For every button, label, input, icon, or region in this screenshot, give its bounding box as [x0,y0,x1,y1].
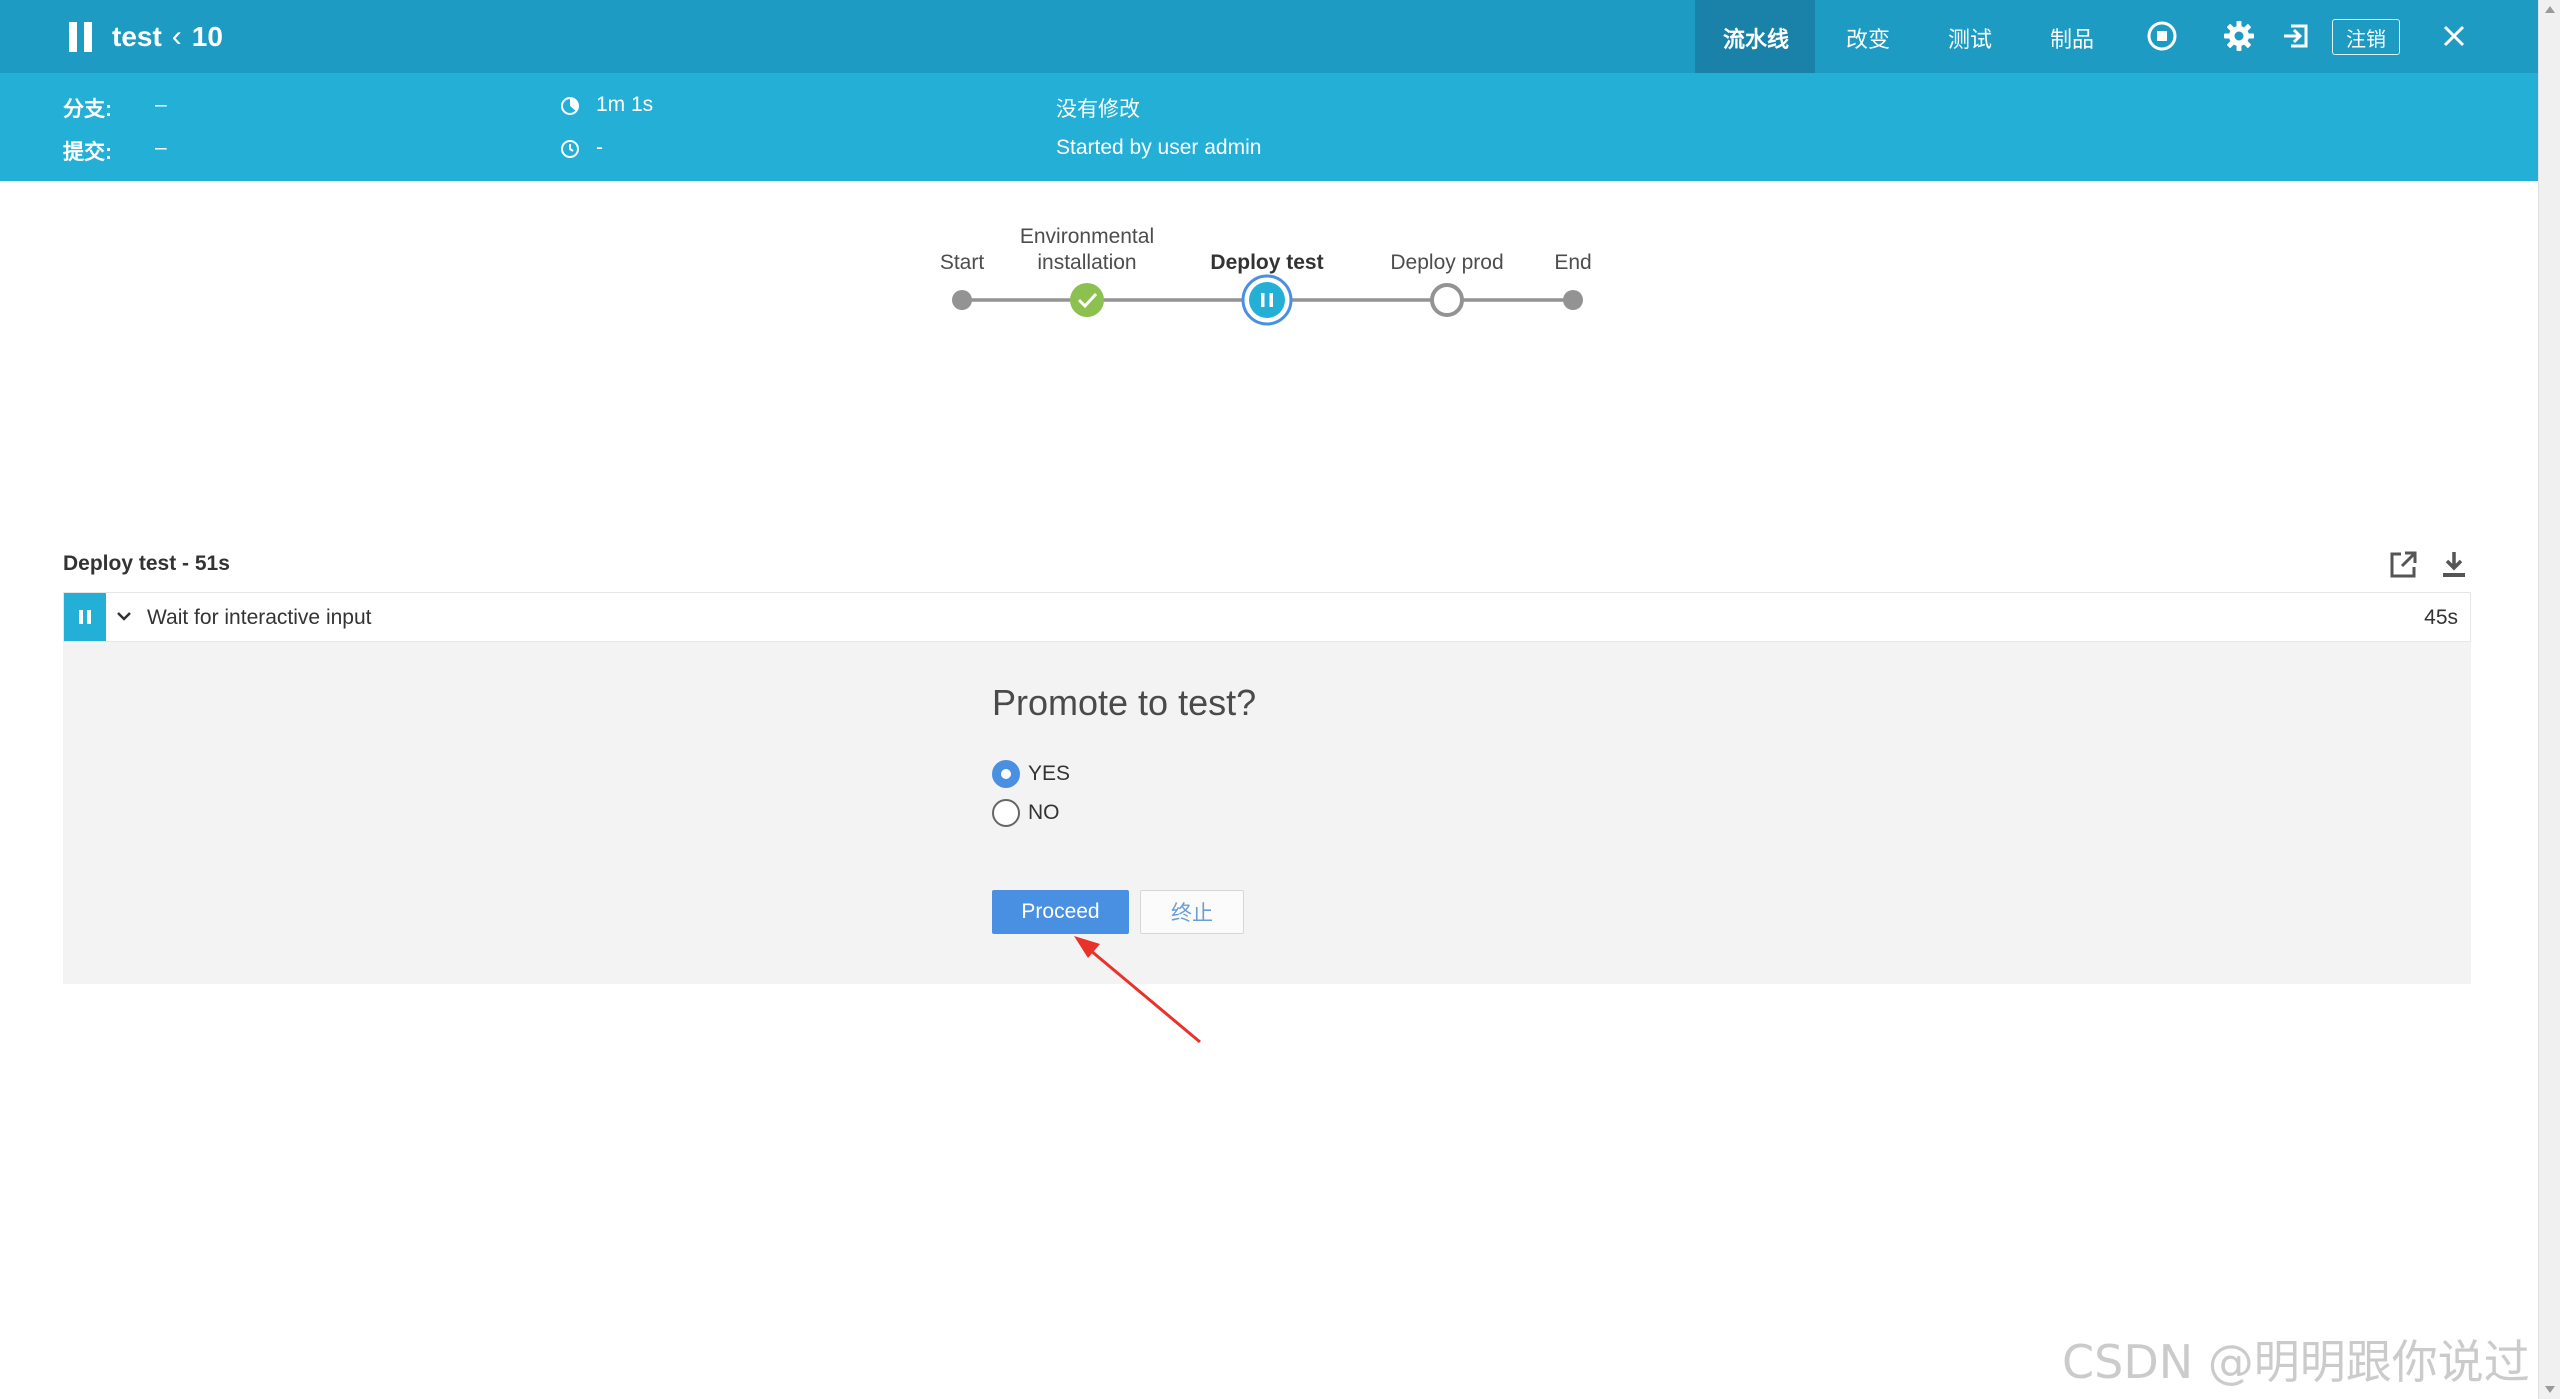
branch-label: 分支: [63,98,112,121]
run-number: 10 [191,21,223,52]
pipeline-track [952,274,1583,326]
tab-changes[interactable]: 改变 [1846,22,1890,54]
commit-value: – [155,136,167,159]
cause-text: Started by user admin [1056,136,1262,159]
pipeline-graph: Start Environmental installation Deploy … [0,200,2538,350]
branch-value: – [155,93,167,116]
log-title: Deploy test - 51s [63,552,230,575]
open-external-icon[interactable] [2386,548,2420,582]
tab-tests[interactable]: 测试 [1948,22,1992,54]
duration-icon [561,97,579,115]
scroll-up-icon[interactable] [2545,6,2555,13]
commit-label: 提交: [63,141,112,164]
stage-node-deploy-prod[interactable] [1430,283,1464,317]
tab-pipeline[interactable]: 流水线 [1723,22,1789,54]
logout-button[interactable]: 注销 [2332,19,2400,55]
chevron-down-icon[interactable] [114,606,134,626]
proceed-button[interactable]: Proceed [992,890,1129,934]
page: test ‹ 10 流水线 改变 测试 制品 注销 分支: – 提交: – 1m… [0,0,2560,1399]
step-duration: 45s [2424,606,2458,629]
step-name: Wait for interactive input [147,606,372,629]
radio-no[interactable] [992,799,1020,827]
download-icon[interactable] [2437,548,2471,582]
vertical-scrollbar[interactable] [2538,0,2560,1399]
gear-icon[interactable] [2221,18,2257,54]
radio-yes[interactable] [992,760,1020,788]
changes-text: 没有修改 [1056,98,1140,121]
close-icon[interactable] [2436,18,2472,54]
watermark: CSDN @明明跟你说过 [2062,1335,2530,1389]
run-summary-bar: 分支: – 提交: – 1m 1s - 没有修改 Started by user… [0,73,2538,181]
abort-button[interactable]: 终止 [1140,890,1244,934]
stop-icon[interactable] [2144,18,2180,54]
tab-artifacts[interactable]: 制品 [2050,22,2094,54]
step-paused-status [64,593,106,641]
stage-node-start [952,290,972,310]
exit-icon[interactable] [2278,18,2314,54]
started-ago-value: - [596,136,603,159]
top-bar: test ‹ 10 流水线 改变 测试 制品 注销 [0,0,2538,73]
scroll-down-icon[interactable] [2545,1386,2555,1393]
pause-icon [66,22,96,52]
input-message: Promote to test? [992,682,1257,723]
chevron-left-icon: ‹ [171,20,182,53]
option-yes-label: YES [1028,762,1071,785]
input-panel: Promote to test? YES NO Proceed 终止 [63,642,2471,984]
step-row[interactable]: Wait for interactive input 45s [63,592,2471,642]
option-no[interactable]: NO [992,799,1060,827]
stage-node-environmental-installation[interactable] [1070,283,1104,317]
clock-icon [561,140,579,158]
stage-node-deploy-test[interactable] [1241,274,1293,326]
stage-node-end [1563,290,1583,310]
run-name[interactable]: test [112,21,162,53]
option-no-label: NO [1028,801,1060,824]
run-title: test ‹ 10 [112,20,223,54]
option-yes[interactable]: YES [992,760,1070,788]
duration-value: 1m 1s [596,93,654,116]
